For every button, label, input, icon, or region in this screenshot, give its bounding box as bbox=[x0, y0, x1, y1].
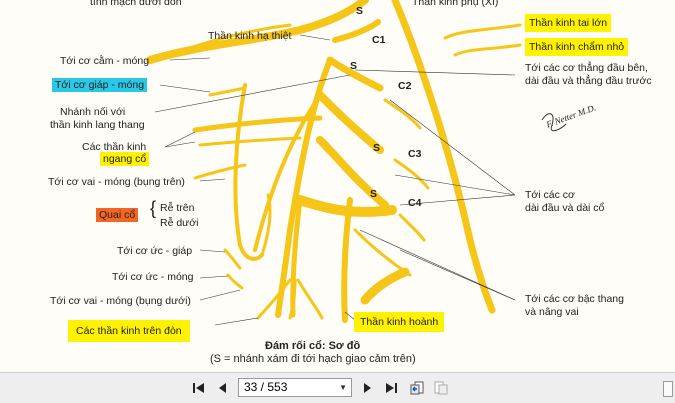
omohyoid-lower-label: Tới cơ vai - móng (bụng dưới) bbox=[50, 295, 191, 307]
next-page-button[interactable] bbox=[358, 379, 376, 397]
pdf-navigation-toolbar: 33 / 553 ▼ bbox=[0, 372, 675, 403]
ansa-label: Quai cổ bbox=[96, 208, 139, 222]
panel-toggle-icon[interactable] bbox=[663, 381, 673, 397]
geniohyoid-label: Tới cơ cằm - móng bbox=[60, 55, 150, 67]
vagus-branch-label-1: Nhánh nối với bbox=[60, 106, 126, 118]
first-page-button[interactable] bbox=[190, 379, 208, 397]
next-page-icon bbox=[364, 383, 371, 393]
rectus-label-1: Tới các cơ thẳng đầu bên, bbox=[525, 62, 648, 74]
chevron-down-icon: ▼ bbox=[339, 383, 347, 392]
sternohyoid-label: Tới cơ ức - móng bbox=[112, 271, 194, 283]
thyrohyoid-label: Tới cơ giáp - móng bbox=[52, 78, 148, 92]
root-lower-label: Rễ dưới bbox=[160, 217, 199, 229]
c2-label: C2 bbox=[398, 80, 412, 92]
s-label-2: S bbox=[350, 60, 358, 72]
c1-label: C1 bbox=[372, 34, 386, 46]
lesser-occipital-label: Thần kinh chẩm nhỏ bbox=[525, 38, 629, 56]
go-back-button[interactable] bbox=[408, 379, 426, 397]
previous-page-icon bbox=[219, 383, 226, 393]
c3-label: C3 bbox=[408, 148, 422, 160]
last-page-button[interactable] bbox=[382, 379, 400, 397]
first-page-icon bbox=[193, 383, 204, 393]
go-forward-button[interactable] bbox=[432, 379, 450, 397]
supraclavicular-label: Các thần kinh trên đòn bbox=[68, 320, 190, 342]
sternothyroid-label: Tới cơ ức - giáp bbox=[117, 245, 193, 257]
phrenic-label: Thần kinh hoành bbox=[354, 312, 445, 332]
ansa-brace: { bbox=[150, 198, 157, 218]
vagus-branch-label-2: thần kinh lang thang bbox=[50, 119, 145, 131]
omohyoid-upper-label: Tới cơ vai - móng (bụng trên) bbox=[48, 176, 185, 188]
go-back-icon bbox=[410, 381, 424, 395]
root-upper-label: Rễ trên bbox=[160, 202, 195, 214]
document-page: tĩnh mạch dưới đòn Thần kinh phụ (XI) Th… bbox=[0, 0, 675, 372]
longus-label-1: Tới các cơ bbox=[525, 189, 575, 201]
scalene-label-1: Tới các cơ bậc thang bbox=[525, 293, 624, 305]
accessory-nerve-label: Thần kinh phụ (XI) bbox=[412, 0, 499, 8]
hypoglossal-label: Thần kinh hạ thiệt bbox=[208, 30, 292, 42]
scalene-label-2: và nâng vai bbox=[525, 306, 579, 318]
page-number-value: 33 / 553 bbox=[244, 380, 288, 394]
c4-label: C4 bbox=[408, 197, 422, 209]
great-auricular-label: Thần kinh tai lớn bbox=[525, 14, 612, 32]
caption-subtitle: (S = nhánh xám đi tới hạch giao cảm trên… bbox=[210, 353, 416, 365]
longus-label-2: dài đầu và dài cổ bbox=[525, 202, 605, 214]
go-forward-icon bbox=[434, 381, 448, 395]
previous-page-button[interactable] bbox=[214, 379, 232, 397]
s-label-3: S bbox=[373, 142, 381, 154]
transverse-label-2: ngang cổ bbox=[100, 152, 150, 166]
caption-title: Đám rối cổ: Sơ đồ bbox=[265, 340, 361, 352]
rectus-label-2: dài đầu và thẳng đầu trước bbox=[525, 75, 652, 87]
top-cut-label: tĩnh mạch dưới đòn bbox=[90, 0, 182, 8]
page-number-select[interactable]: 33 / 553 ▼ bbox=[238, 378, 352, 397]
s-label-1: S bbox=[356, 5, 364, 17]
s-label-4: S bbox=[370, 188, 378, 200]
last-page-icon bbox=[386, 383, 397, 393]
